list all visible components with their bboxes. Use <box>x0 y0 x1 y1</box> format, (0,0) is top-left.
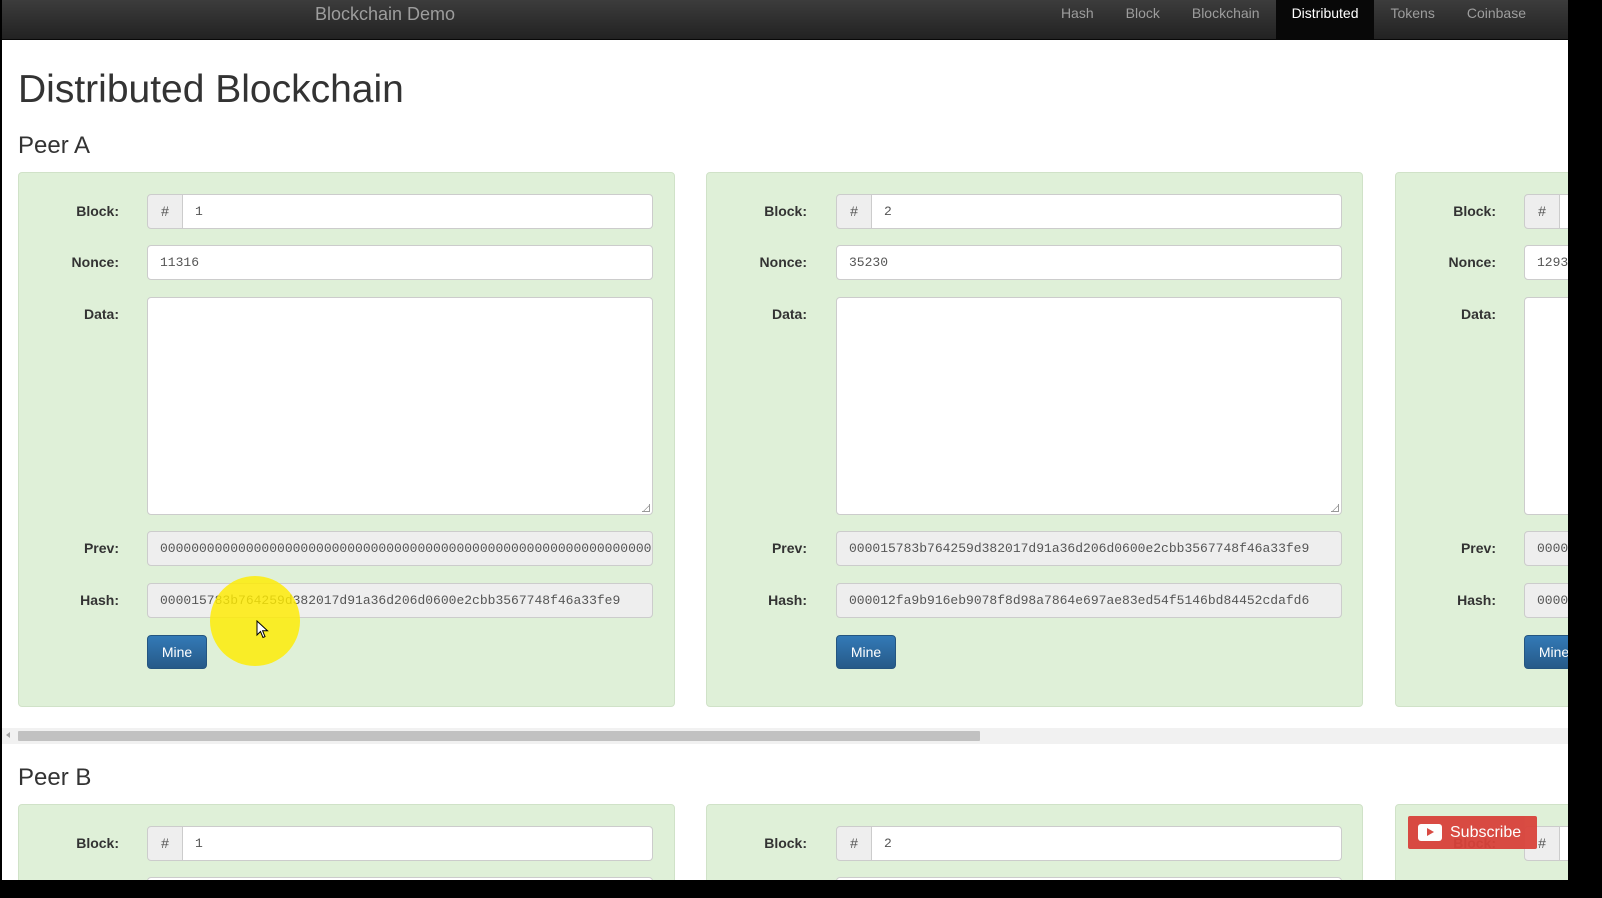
block-label: Block: <box>76 203 119 219</box>
mine-button[interactable]: Mine <box>836 635 896 669</box>
peer-a-block-1-card: Block: # 1 Nonce: 11316 Data: Prev: 0000… <box>18 172 675 707</box>
nav-item-tokens[interactable]: Tokens <box>1374 0 1450 40</box>
prev-hash-field: 0000 <box>1524 531 1568 566</box>
data-label: Data: <box>83 306 119 322</box>
nonce-input[interactable]: 11316 <box>147 245 653 280</box>
resize-grip-icon[interactable] <box>642 504 650 512</box>
hash-sign-addon: # <box>836 194 872 229</box>
block-label: Block: <box>76 835 119 851</box>
nav-item-hash[interactable]: Hash <box>1045 0 1110 40</box>
resize-grip-icon[interactable] <box>1331 504 1339 512</box>
peer-b-title: Peer B <box>18 764 92 791</box>
hash-sign-addon: # <box>836 826 872 861</box>
hash-label: Hash: <box>768 592 807 608</box>
hash-sign-addon: # <box>147 826 183 861</box>
peer-b-block-1-card: Block: # 1 <box>18 804 675 880</box>
nonce-input[interactable]: 35230 <box>836 245 1342 280</box>
nonce-label: Nonce: <box>759 254 807 270</box>
block-number-input[interactable]: 2 <box>872 194 1342 229</box>
nonce-input[interactable]: 1293 <box>1524 245 1568 280</box>
top-navbar: Blockchain Demo Hash Block Blockchain Di… <box>2 0 1568 40</box>
nav-item-distributed[interactable]: Distributed <box>1275 0 1375 40</box>
prev-label: Prev: <box>83 540 119 556</box>
hash-field: 000012fa9b916eb9078f8d98a7864e697ae83ed5… <box>836 583 1342 618</box>
hash-label: Hash: <box>1457 592 1496 608</box>
nonce-label: Nonce: <box>71 254 119 270</box>
cursor-highlight <box>210 576 300 666</box>
block-number-input[interactable] <box>1560 826 1568 861</box>
data-textarea[interactable] <box>147 297 653 515</box>
hash-label: Hash: <box>80 592 119 608</box>
data-label: Data: <box>771 306 807 322</box>
prev-hash-field: 0000000000000000000000000000000000000000… <box>147 531 653 566</box>
nonce-input[interactable] <box>836 877 1342 880</box>
scrollbar-thumb[interactable] <box>18 731 980 741</box>
data-textarea[interactable] <box>836 297 1342 515</box>
peer-b-block-2-card: Block: # 2 <box>706 804 1363 880</box>
page-title: Distributed Blockchain <box>18 68 404 111</box>
subscribe-button[interactable]: Subscribe <box>1408 816 1537 849</box>
peer-a-title: Peer A <box>18 132 91 159</box>
data-label: Data: <box>1460 306 1496 322</box>
block-number-input[interactable]: 2 <box>872 826 1342 861</box>
prev-label: Prev: <box>1460 540 1496 556</box>
data-textarea[interactable] <box>1524 297 1568 515</box>
block-number-input[interactable]: 1 <box>183 194 653 229</box>
block-number-input[interactable]: 1 <box>183 826 653 861</box>
hash-sign-addon: # <box>1524 194 1560 229</box>
peer-a-block-2-card: Block: # 2 Nonce: 35230 Data: Prev: 0000… <box>706 172 1363 707</box>
navbar-brand[interactable]: Blockchain Demo <box>315 4 455 25</box>
nonce-input[interactable] <box>147 877 653 880</box>
mine-button[interactable]: Mine <box>1524 635 1568 669</box>
block-label: Block: <box>1453 203 1496 219</box>
peer-a-block-3-card: Block: # Nonce: 1293 Data: Prev: 0000 Ha… <box>1395 172 1568 707</box>
nav-item-coinbase[interactable]: Coinbase <box>1451 0 1542 40</box>
browser-viewport: Blockchain Demo Hash Block Blockchain Di… <box>2 0 1568 880</box>
nonce-label: Nonce: <box>1448 254 1496 270</box>
hash-sign-addon: # <box>147 194 183 229</box>
horizontal-scrollbar[interactable] <box>2 728 1568 744</box>
mouse-cursor-icon <box>256 620 269 639</box>
block-label: Block: <box>764 835 807 851</box>
block-label: Block: <box>764 203 807 219</box>
block-number-input[interactable] <box>1560 194 1568 229</box>
subscribe-label: Subscribe <box>1450 823 1522 841</box>
youtube-play-icon <box>1418 824 1442 841</box>
nav-menu: Hash Block Blockchain Distributed Tokens… <box>1045 0 1542 40</box>
hash-field: 0000 <box>1524 583 1568 618</box>
nav-item-block[interactable]: Block <box>1110 0 1176 40</box>
prev-label: Prev: <box>771 540 807 556</box>
nav-item-blockchain[interactable]: Blockchain <box>1176 0 1276 40</box>
scroll-left-arrow-icon[interactable] <box>6 732 10 738</box>
prev-hash-field: 000015783b764259d382017d91a36d206d0600e2… <box>836 531 1342 566</box>
mine-button[interactable]: Mine <box>147 635 207 669</box>
